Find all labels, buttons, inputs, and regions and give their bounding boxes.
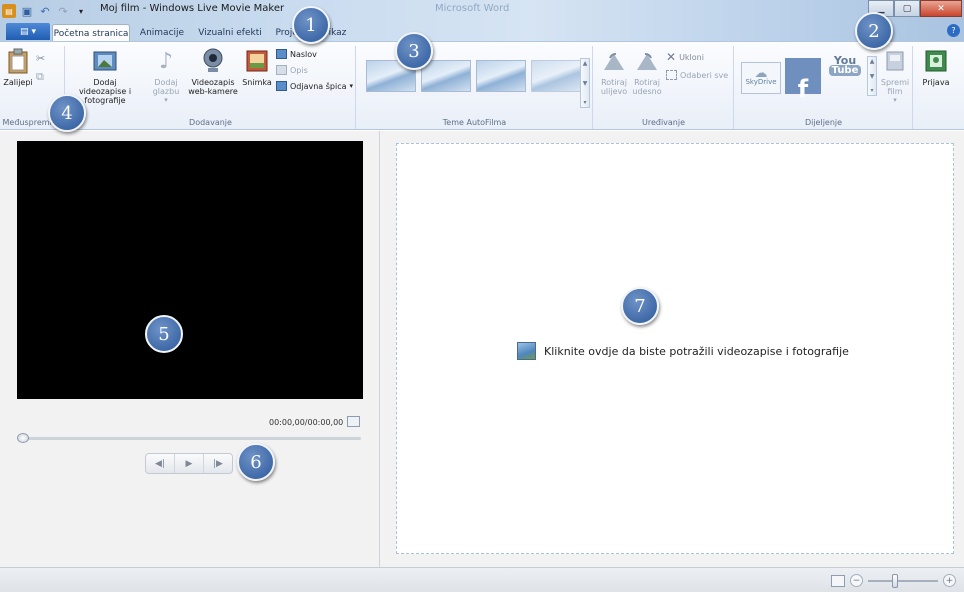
save-icon[interactable]: ▣ xyxy=(20,4,34,18)
music-note-icon: ♪ xyxy=(158,48,174,74)
callout-marker-5: 5 xyxy=(145,315,183,353)
group-label-themes: Teme AutoFilma xyxy=(442,118,507,127)
remove-button[interactable]: ✕ Ukloni xyxy=(666,50,704,64)
tab-visual-effects[interactable]: Vizualni efekti xyxy=(194,24,266,42)
background-window-title: Microsoft Word xyxy=(435,3,510,14)
paste-button[interactable]: Zalijepi xyxy=(3,46,33,87)
seek-bar[interactable] xyxy=(19,437,361,440)
status-bar: − + xyxy=(0,567,964,592)
zoom-slider-thumb[interactable] xyxy=(892,573,898,588)
timecode: 00:00,00/00:00,00 xyxy=(269,418,344,427)
redo-icon[interactable]: ↷ xyxy=(56,4,70,18)
tab-home[interactable]: Početna stranica xyxy=(52,24,130,42)
group-automovie-themes: ▲ ▼ ▾ Teme AutoFilma xyxy=(357,46,593,129)
customize-toolbar-icon[interactable]: ▾ xyxy=(74,4,88,18)
snapshot-button[interactable]: Snimka xyxy=(240,46,274,87)
theme-thumbnail[interactable] xyxy=(476,60,526,92)
select-all-button[interactable]: Odaberi sve xyxy=(666,70,728,80)
group-sharing: ☁ SkyDrive f You Tube ▲ ▼ ▾ Spremi film ▾ D… xyxy=(735,46,913,129)
callout-marker-7: 7 xyxy=(621,287,659,325)
title-icon xyxy=(276,49,287,59)
rotate-left-icon xyxy=(600,46,628,76)
storyboard-pane[interactable]: Kliknite ovdje da biste potražili videoz… xyxy=(396,143,954,554)
ribbon-tabs: ▤ ▾ Početna stranica Animacije Vizualni e… xyxy=(0,21,964,42)
title-bar: ▤ ▣ ↶ ↷ ▾ Moj film - Windows Live Movie … xyxy=(0,0,964,42)
signin-icon xyxy=(922,46,950,76)
callout-marker-2: 2 xyxy=(855,12,893,50)
caption-button[interactable]: Opis xyxy=(276,65,308,75)
youtube-icon: You Tube xyxy=(827,55,863,94)
storyboard-prompt-text: Kliknite ovdje da biste potražili videoz… xyxy=(544,344,849,358)
pane-splitter[interactable] xyxy=(379,131,380,567)
group-signin: Prijava xyxy=(914,46,958,129)
save-movie-icon xyxy=(881,46,909,76)
close-button[interactable]: ✕ xyxy=(920,0,962,17)
callout-marker-1: 1 xyxy=(292,6,330,44)
fullscreen-icon[interactable] xyxy=(347,416,360,427)
theme-thumbnail[interactable] xyxy=(531,60,581,92)
cloud-icon: ☁ xyxy=(754,66,768,81)
signin-button[interactable]: Prijava xyxy=(920,46,952,87)
save-movie-button[interactable]: Spremi film ▾ xyxy=(879,46,911,105)
thumbnail-size-icon[interactable] xyxy=(831,574,845,587)
zoom-slider[interactable] xyxy=(868,573,938,588)
help-icon[interactable]: ? xyxy=(947,24,960,37)
app-menu-button[interactable]: ▤ ▾ xyxy=(6,23,50,40)
cut-icon[interactable]: ✂ xyxy=(36,52,45,65)
themes-scroll[interactable]: ▲ ▼ ▾ xyxy=(580,58,590,108)
maximize-button[interactable]: ▢ xyxy=(894,0,920,17)
window-title: Moj film - Windows Live Movie Maker xyxy=(100,3,285,14)
group-editing: Rotiraj ulijevo Rotiraj udesno ✕ Ukloni … xyxy=(594,46,734,129)
quick-access-toolbar: ▤ ▣ ↶ ↷ ▾ xyxy=(2,2,88,20)
clipboard-icon xyxy=(4,46,32,76)
webcam-icon xyxy=(199,46,227,76)
photo-video-icon xyxy=(517,342,536,360)
sharing-scroll[interactable]: ▲ ▼ ▾ xyxy=(867,56,877,96)
credits-icon xyxy=(276,81,287,91)
playback-controls: ◀| ▶ |▶ xyxy=(145,453,233,474)
caption-icon xyxy=(276,65,287,75)
skydrive-button[interactable]: ☁ SkyDrive xyxy=(739,62,783,94)
play-button[interactable]: ▶ xyxy=(175,454,204,473)
copy-icon[interactable]: ⧉ xyxy=(36,70,44,84)
add-music-button[interactable]: ♪ Dodaj glazbu ▾ xyxy=(146,46,186,105)
rotate-right-button[interactable]: Rotiraj udesno xyxy=(632,46,662,96)
zoom-in-icon[interactable]: + xyxy=(943,574,956,587)
preview-monitor[interactable] xyxy=(17,141,363,399)
snapshot-icon xyxy=(243,46,271,76)
previous-frame-button[interactable]: ◀| xyxy=(146,454,175,473)
facebook-button[interactable]: f xyxy=(785,58,821,101)
storyboard-prompt[interactable]: Kliknite ovdje da biste potražili videoz… xyxy=(517,342,849,360)
seek-thumb[interactable] xyxy=(17,433,29,443)
zoom-area: − + xyxy=(831,573,956,588)
webcam-video-button[interactable]: Videozapis web-kamere xyxy=(188,46,238,96)
main-area: 00:00,00/00:00,00 ◀| ▶ |▶ Kliknite ovdje… xyxy=(0,131,964,567)
theme-thumbnail[interactable] xyxy=(421,60,471,92)
title-button[interactable]: Naslov xyxy=(276,49,317,59)
tab-animations[interactable]: Animacije xyxy=(136,24,188,42)
movie-maker-app-icon[interactable]: ▤ xyxy=(2,4,16,18)
undo-icon[interactable]: ↶ xyxy=(38,4,52,18)
remove-x-icon: ✕ xyxy=(666,50,677,64)
callout-marker-6: 6 xyxy=(237,443,275,481)
callout-marker-4: 4 xyxy=(48,94,86,132)
facebook-icon: f xyxy=(785,58,821,101)
ribbon: Zalijepi ✂ ⧉ Međuspremnik Dodaj videozap… xyxy=(0,41,964,130)
group-label-sharing: Dijeljenje xyxy=(804,118,843,127)
zoom-out-icon[interactable]: − xyxy=(850,574,863,587)
group-label-add: Dodavanje xyxy=(189,118,232,127)
next-frame-button[interactable]: |▶ xyxy=(204,454,232,473)
film-photo-icon xyxy=(91,46,119,76)
rotate-left-button[interactable]: Rotiraj ulijevo xyxy=(599,46,629,96)
callout-marker-3: 3 xyxy=(395,32,433,70)
rotate-right-icon xyxy=(633,46,661,76)
add-videos-photos-button[interactable]: Dodaj videozapise i fotografije xyxy=(70,46,140,105)
credits-button[interactable]: Odjavna špica ▾ xyxy=(276,81,353,91)
group-add: Dodaj videozapise i fotografije ♪ Dodaj … xyxy=(66,46,356,129)
youtube-button[interactable]: You Tube xyxy=(827,55,863,94)
select-all-icon xyxy=(666,70,677,80)
group-label-editing: Uređivanje xyxy=(641,118,686,127)
